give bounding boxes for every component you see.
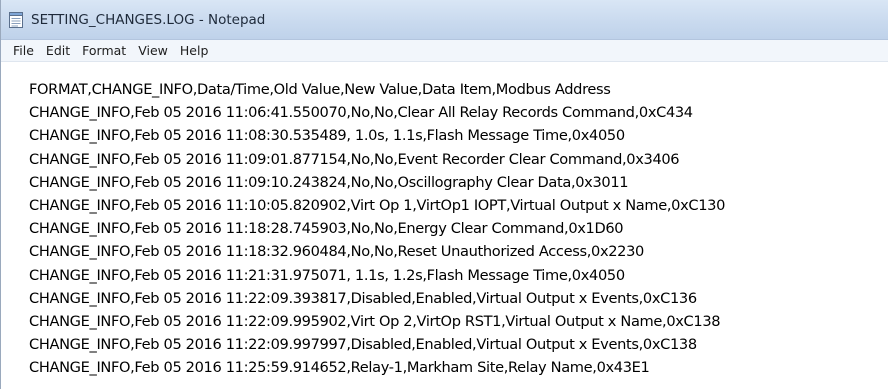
text-line: CHANGE_INFO,Feb 05 2016 11:22:09.997997,…	[29, 336, 697, 354]
text-line: CHANGE_INFO,Feb 05 2016 11:22:09.393817,…	[29, 289, 697, 307]
text-editor-area[interactable]: FORMAT,CHANGE_INFO,Data/Time,Old Value,N…	[1, 78, 888, 389]
window-title: SETTING_CHANGES.LOG - Notepad	[31, 11, 266, 28]
text-line: CHANGE_INFO,Feb 05 2016 11:25:59.914652,…	[29, 359, 650, 377]
text-line: CHANGE_INFO,Feb 05 2016 11:09:10.243824,…	[29, 173, 629, 191]
notepad-window: SETTING_CHANGES.LOG - Notepad File Edit …	[0, 0, 888, 389]
menu-format[interactable]: Format	[76, 40, 132, 62]
text-line: CHANGE_INFO,Feb 05 2016 11:22:09.995902,…	[29, 312, 721, 330]
menu-view[interactable]: View	[132, 40, 174, 62]
text-line: CHANGE_INFO,Feb 05 2016 11:08:30.535489,…	[29, 127, 625, 145]
menu-help[interactable]: Help	[174, 40, 215, 62]
menu-bar: File Edit Format View Help	[1, 40, 888, 62]
text-line: CHANGE_INFO,Feb 05 2016 11:18:32.960484,…	[29, 243, 644, 261]
menu-file[interactable]: File	[7, 40, 40, 62]
text-line: CHANGE_INFO,Feb 05 2016 11:18:28.745903,…	[29, 220, 624, 238]
menu-edit[interactable]: Edit	[40, 40, 76, 62]
text-line: CHANGE_INFO,Feb 05 2016 11:21:31.975071,…	[29, 266, 625, 284]
text-line: CHANGE_INFO,Feb 05 2016 11:09:01.877154,…	[29, 150, 680, 168]
text-content: FORMAT,CHANGE_INFO,Data/Time,Old Value,N…	[29, 78, 888, 379]
text-line: CHANGE_INFO,Feb 05 2016 11:10:05.820902,…	[29, 196, 726, 214]
title-bar[interactable]: SETTING_CHANGES.LOG - Notepad	[1, 0, 888, 40]
text-line: CHANGE_INFO,Feb 05 2016 11:06:41.550070,…	[29, 104, 693, 122]
text-line: FORMAT,CHANGE_INFO,Data/Time,Old Value,N…	[29, 81, 611, 98]
notepad-icon[interactable]	[9, 11, 23, 28]
